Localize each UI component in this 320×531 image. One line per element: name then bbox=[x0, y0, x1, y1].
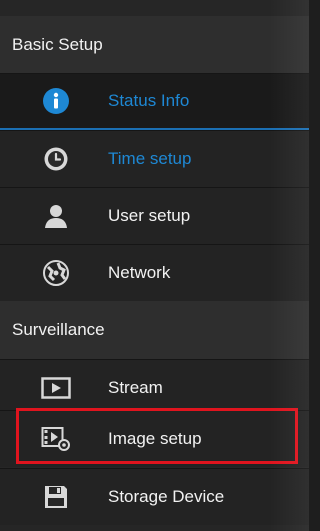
network-globe-icon bbox=[41, 258, 71, 288]
sidebar-menu: Basic Setup Status Info Time setup User … bbox=[0, 0, 309, 531]
menu-item-label: Image setup bbox=[108, 429, 202, 448]
menu-item-label: Network bbox=[108, 263, 171, 282]
floppy-disk-icon bbox=[41, 482, 71, 512]
play-screen-icon bbox=[41, 373, 71, 403]
menu-item-user-setup[interactable]: User setup bbox=[0, 187, 309, 244]
menu-item-time-setup[interactable]: Time setup bbox=[0, 130, 309, 187]
menu-item-network[interactable]: Network bbox=[0, 244, 309, 301]
clock-icon bbox=[41, 144, 71, 174]
section-header-surveillance: Surveillance bbox=[0, 301, 309, 359]
section-header-basic-setup: Basic Setup bbox=[0, 16, 309, 73]
menu-item-label: Status Info bbox=[108, 91, 190, 110]
menu-item-label: User setup bbox=[108, 206, 191, 225]
menu-item-label: Time setup bbox=[108, 149, 192, 168]
menu-item-image-setup[interactable]: Image setup bbox=[0, 410, 309, 467]
image-settings-icon bbox=[41, 424, 71, 454]
section-title-basic-setup: Basic Setup bbox=[12, 34, 103, 54]
menu-item-label: Storage Device bbox=[108, 487, 225, 506]
menu-item-stream[interactable]: Stream bbox=[0, 359, 309, 416]
section-title-surveillance: Surveillance bbox=[12, 320, 105, 339]
user-icon bbox=[41, 201, 71, 231]
info-icon bbox=[41, 86, 71, 116]
menu-item-label: Stream bbox=[108, 378, 163, 397]
menu-item-status-info[interactable]: Status Info bbox=[0, 73, 309, 130]
menu-item-storage-device[interactable]: Storage Device bbox=[0, 468, 309, 525]
